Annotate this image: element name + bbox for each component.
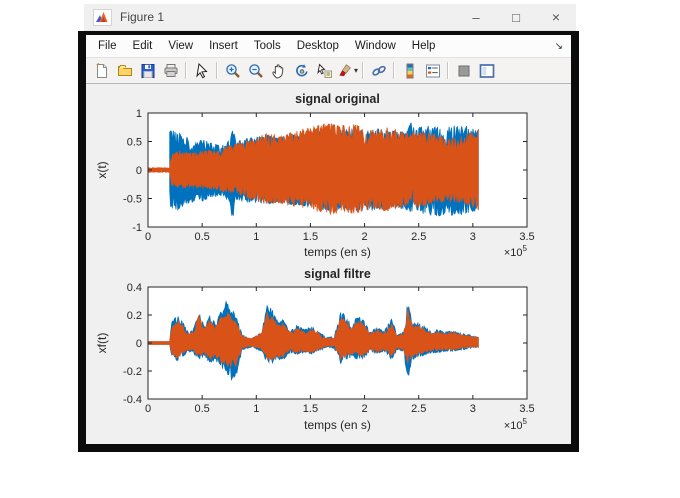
y-tick-label: -0.4 [123,394,142,406]
menu-item-file[interactable]: File [90,38,125,54]
x-tick-label: 2 [362,231,368,243]
menu-item-insert[interactable]: Insert [201,38,246,54]
brush-dropdown-caret-icon[interactable]: ▾ [354,66,358,75]
open-file-button[interactable] [113,60,136,81]
toolbar-separator [362,62,364,79]
y-tick-label: 0.4 [127,282,142,294]
edit-plot-icon [195,62,208,78]
titlebar[interactable]: Figure 1 – □ × [84,4,576,31]
menu-item-window[interactable]: Window [347,38,404,54]
x-tick-label: 1.5 [303,403,318,415]
menu-item-tools[interactable]: Tools [246,38,289,54]
x-tick-label: 2.5 [411,403,426,415]
pan-button[interactable] [267,60,290,81]
chart-title: signal filtre [304,267,371,281]
pan-icon [271,63,283,78]
maximize-button[interactable]: □ [496,4,536,30]
y-tick-label: 0 [136,165,142,177]
print-figure-button[interactable] [159,60,182,81]
x-tick-label: 0.5 [194,231,209,243]
data-cursor-button[interactable] [313,60,336,81]
x-axis-label: temps (en s) [304,418,371,432]
x-axis-exponent-label: ×105 [504,417,528,432]
toolbar-separator [185,62,187,79]
insert-colorbar-icon [406,63,413,78]
data-cursor-icon [316,63,332,78]
save-figure-button[interactable] [136,60,159,81]
figure-body: File Edit View Insert Tools Desktop Window Help… [78,31,579,452]
menu-item-help[interactable]: Help [404,38,444,54]
y-tick-label: 0.5 [127,137,142,149]
insert-legend-icon [425,64,440,77]
x-tick-label: 3.5 [519,231,534,243]
dock-figure-icon[interactable]: ↘ [555,41,567,52]
brush-button[interactable]: ▾ [336,60,359,81]
new-file-icon [95,62,107,78]
y-tick-label: 1 [136,108,142,120]
link-plot-icon [371,65,386,76]
x-tick-label: 3 [470,231,476,243]
menu-item-edit[interactable]: Edit [125,38,161,54]
hide-plot-tools-icon [458,65,469,76]
zoom-in-button[interactable] [221,60,244,81]
y-axis-label: xf(t) [95,333,109,354]
edit-plot-button[interactable] [190,60,213,81]
save-figure-icon [141,63,154,78]
menu-item-desktop[interactable]: Desktop [289,38,347,54]
y-axis-label: x(t) [95,161,109,178]
hide-plot-tools-button[interactable] [452,60,475,81]
x-tick-label: 3.5 [519,403,534,415]
rotate-3d-icon [295,63,308,76]
matlab-figure-icon [93,8,112,26]
chart-title: signal original [295,92,380,106]
figure-canvas: 0 0.5 1 1.5 2 2.5 3 3.5 -1 -0.5 0 0.5 1 signal origin… [86,84,571,444]
toolbar-separator [447,62,449,79]
zoom-out-icon [248,63,263,78]
brush-icon [339,63,351,76]
x-tick-label: 2.5 [411,231,426,243]
show-plot-tools-icon [479,63,494,78]
close-button[interactable]: × [536,4,576,30]
x-tick-label: 0 [145,231,151,243]
zoom-out-button[interactable] [244,60,267,81]
x-tick-label: 1 [253,403,259,415]
zoom-in-icon [225,63,240,78]
figure-window: Figure 1 – □ × File Edit View Insert Tools De… [78,4,579,452]
y-tick-label: -0.2 [123,366,142,378]
x-tick-label: 0.5 [194,403,209,415]
insert-legend-button[interactable] [421,60,444,81]
x-tick-label: 1.5 [303,231,318,243]
new-file-button[interactable] [90,60,113,81]
rotate-3d-button[interactable] [290,60,313,81]
print-figure-icon [164,63,177,77]
toolbar: ▾ [86,58,571,84]
x-tick-label: 0 [145,403,151,415]
open-file-icon [117,64,132,76]
toolbar-separator [216,62,218,79]
minimize-button[interactable]: – [456,4,496,30]
menu-item-view[interactable]: View [160,38,201,54]
x-axis-label: temps (en s) [304,245,371,259]
window-title: Figure 1 [120,10,165,24]
x-tick-label: 1 [253,231,259,243]
y-tick-label: 0 [136,338,142,350]
x-axis-exponent-label: ×105 [504,244,528,259]
y-tick-label: -0.5 [123,194,142,206]
y-tick-label: -1 [132,222,142,234]
toolbar-separator [393,62,395,79]
chart-signal-filtre: 0 0.5 1 1.5 2 2.5 3 3.5 -0.4 -0.2 0 0.2 0.4 signal fi… [95,267,535,432]
chart-signal-original: 0 0.5 1 1.5 2 2.5 3 3.5 -1 -0.5 0 0.5 1 signal origin… [95,92,535,259]
insert-colorbar-button[interactable] [398,60,421,81]
link-plot-button[interactable] [367,60,390,81]
show-plot-tools-button[interactable] [475,60,498,81]
x-tick-label: 3 [470,403,476,415]
menubar: File Edit View Insert Tools Desktop Window Help… [86,35,571,58]
x-tick-label: 2 [362,403,368,415]
y-tick-label: 0.2 [127,310,142,322]
